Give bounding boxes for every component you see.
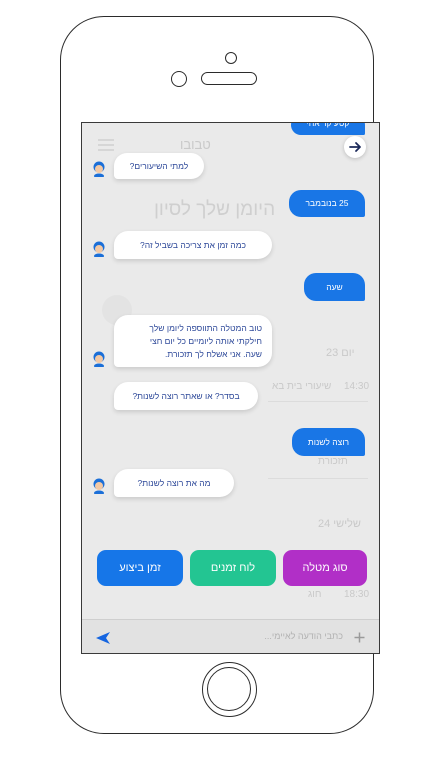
menu-icon	[98, 139, 114, 151]
bot-message-bubble: טוב המטלה התווספה ליומן שלך חילקתי אותה …	[114, 315, 272, 367]
bg-event-2-text: תזכורת	[318, 456, 348, 467]
camera-icon	[225, 52, 237, 64]
user-message-bubble: שעה	[304, 273, 365, 301]
bot-avatar-icon	[93, 241, 105, 257]
bg-day-1: יום 23	[326, 347, 355, 359]
bot-message-bubble: למתי השיעורים?	[114, 153, 204, 179]
bot-avatar-icon	[93, 161, 105, 177]
bg-app-heading: היומן שלך לסיון	[154, 199, 276, 220]
bg-app-title: טבובו	[180, 137, 211, 152]
bot-avatar-icon	[93, 478, 105, 494]
bot-message-line: שעה. אני אשלח לך תזכורת.	[164, 349, 262, 359]
plus-icon[interactable]	[354, 632, 365, 643]
quick-reply-schedule-button[interactable]: לוח זמנים	[190, 550, 276, 586]
forward-arrow-button[interactable]	[344, 136, 366, 158]
user-message-bubble: רוצה לשנות	[292, 428, 365, 456]
arrow-right-icon	[349, 142, 361, 152]
bg-day-2: שלישי 24	[318, 518, 361, 530]
speaker-icon	[201, 72, 257, 85]
bg-event-3-text: חוג	[308, 589, 322, 600]
send-icon[interactable]	[95, 631, 111, 645]
message-composer: כתבי הודעה לאיימי...	[82, 619, 379, 653]
message-input[interactable]: כתבי הודעה לאיימי...	[264, 631, 343, 641]
bg-divider	[268, 401, 368, 402]
bot-message-bubble: כמה זמן את צריכה בשביל זה?	[114, 231, 272, 259]
quick-reply-duration-button[interactable]: זמן ביצוע	[97, 550, 183, 586]
sensor-icon	[171, 71, 187, 87]
quick-reply-task-type-button[interactable]: סוג מטלה	[283, 550, 367, 586]
bg-divider	[268, 478, 368, 479]
bg-event-3-time: 18:30	[344, 589, 370, 600]
bg-event-1-text: שיעורי בית בא	[272, 381, 332, 392]
bot-message-line: טוב המטלה התווספה ליומן שלך	[149, 323, 262, 333]
home-button-ring	[207, 667, 251, 711]
bot-message-bubble: מה את רוצה לשנות?	[114, 469, 234, 497]
phone-screen: טבובו היומן שלך לסיון יום 23 14:30 שיעור…	[81, 122, 380, 654]
bg-event-1-time: 14:30	[344, 381, 370, 392]
bot-message-line: חילקתי אותה ליומיים כל יום חצי	[149, 336, 262, 346]
bot-avatar-icon	[93, 351, 105, 367]
user-message-bubble: קטע קר אחי	[291, 123, 365, 135]
home-button[interactable]	[202, 662, 257, 717]
bot-message-bubble: בסדר? או שאתר רוצה לשנות?	[114, 382, 258, 410]
user-message-bubble: 25 בנובמבר	[289, 190, 365, 217]
